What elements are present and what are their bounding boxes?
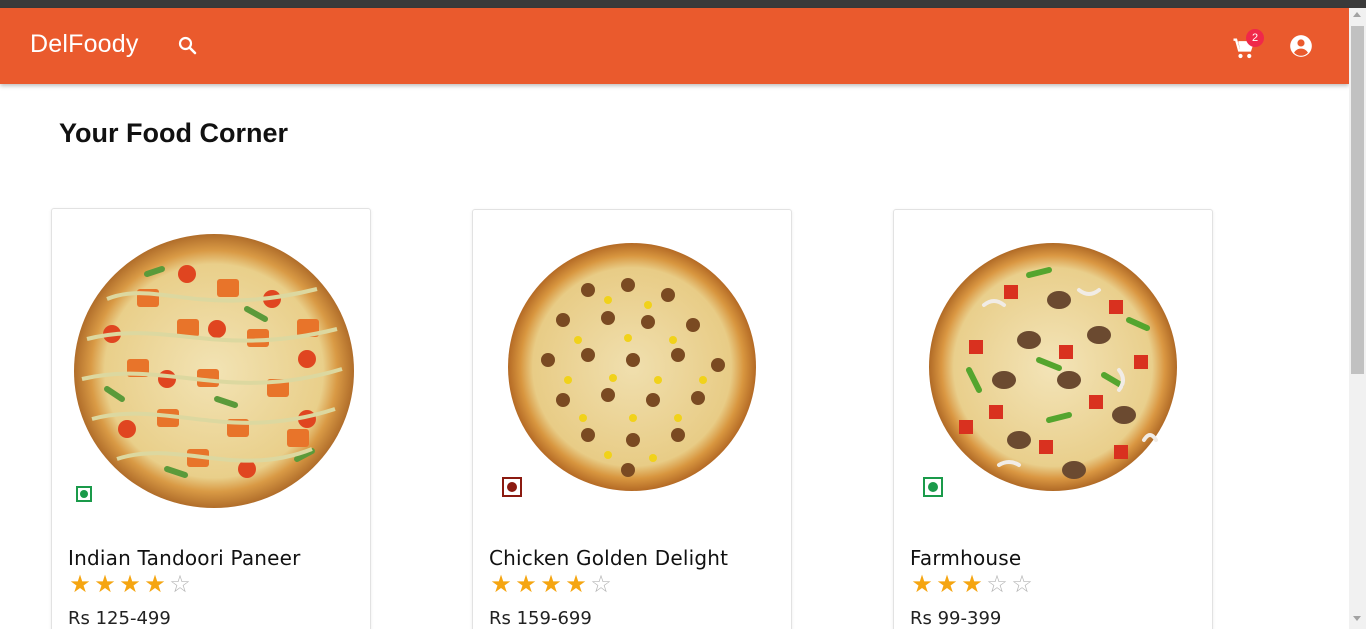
account-button[interactable]: [1288, 33, 1314, 59]
star-filled-icon: ★: [565, 570, 587, 598]
product-price: Rs 99-399: [910, 608, 1002, 629]
star-filled-icon: ★: [961, 570, 983, 598]
pizza-image: [508, 243, 756, 491]
scroll-thumb[interactable]: [1351, 26, 1364, 374]
veg-indicator-icon: [76, 486, 92, 502]
rating-stars: ★ ★ ★ ★ ☆: [489, 572, 613, 596]
star-filled-icon: ★: [515, 570, 537, 598]
star-filled-icon: ★: [69, 570, 91, 598]
product-card-tandoori-paneer[interactable]: Indian Tandoori Paneer ★ ★ ★ ★ ☆ Rs 125-499: [51, 208, 371, 629]
product-name: Chicken Golden Delight: [489, 546, 729, 570]
star-filled-icon: ★: [119, 570, 141, 598]
product-card-farmhouse[interactable]: Farmhouse ★ ★ ★ ☆ ☆ Rs 99-399: [893, 209, 1213, 629]
search-button[interactable]: [176, 34, 200, 58]
product-card-chicken-golden-delight[interactable]: Chicken Golden Delight ★ ★ ★ ★ ☆ Rs 159-699: [472, 209, 792, 629]
cart-button[interactable]: 2: [1230, 29, 1264, 63]
star-filled-icon: ★: [540, 570, 562, 598]
brand-logo[interactable]: DelFoody: [30, 30, 139, 59]
page-title: Your Food Corner: [59, 118, 288, 148]
page-scrollbar[interactable]: [1349, 8, 1366, 629]
star-filled-icon: ★: [144, 570, 166, 598]
product-name: Farmhouse: [910, 546, 1022, 570]
star-filled-icon: ★: [94, 570, 116, 598]
scroll-up-arrow-icon[interactable]: [1353, 12, 1361, 17]
cart-count-badge: 2: [1246, 29, 1264, 47]
star-empty-icon: ☆: [169, 570, 191, 598]
star-filled-icon: ★: [911, 570, 933, 598]
product-name: Indian Tandoori Paneer: [68, 546, 301, 570]
pizza-image: [929, 243, 1177, 491]
product-price: Rs 159-699: [489, 608, 592, 629]
app-bar: DelFoody 2: [0, 8, 1349, 84]
star-filled-icon: ★: [490, 570, 512, 598]
pizza-image: [74, 234, 354, 508]
product-price: Rs 125-499: [68, 608, 171, 629]
star-empty-icon: ☆: [1011, 570, 1033, 598]
rating-stars: ★ ★ ★ ★ ☆: [68, 572, 192, 596]
scroll-down-arrow-icon[interactable]: [1353, 616, 1361, 621]
search-icon: [178, 36, 197, 55]
non-veg-indicator-icon: [502, 477, 522, 497]
star-empty-icon: ☆: [590, 570, 612, 598]
rating-stars: ★ ★ ★ ☆ ☆: [910, 572, 1034, 596]
star-empty-icon: ☆: [986, 570, 1008, 598]
account-circle-icon: [1290, 35, 1312, 57]
star-filled-icon: ★: [936, 570, 958, 598]
browser-top-strip: [0, 0, 1366, 8]
veg-indicator-icon: [923, 477, 943, 497]
